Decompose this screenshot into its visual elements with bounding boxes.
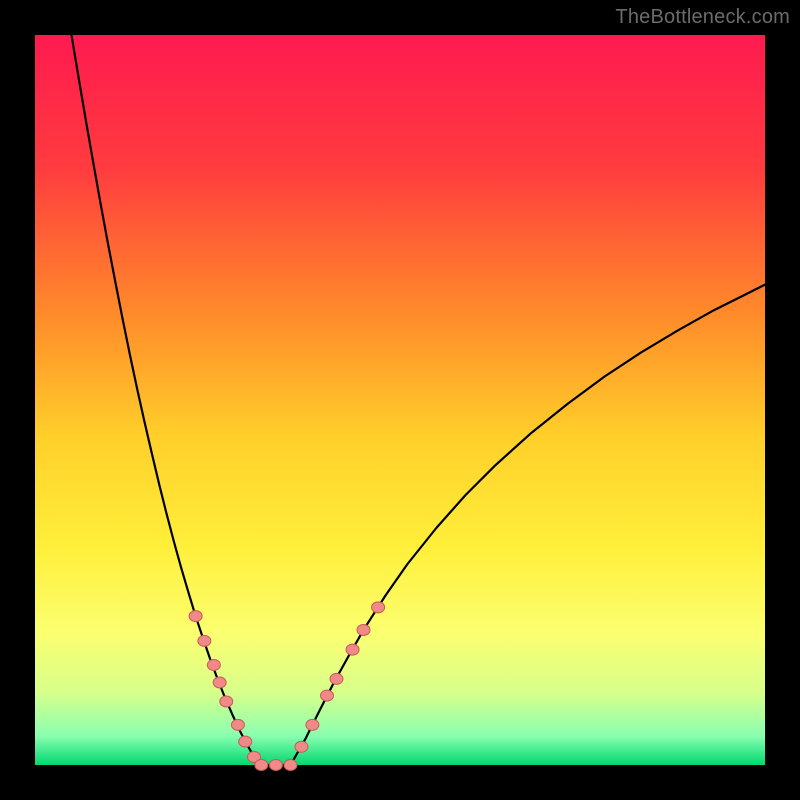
marker-point [330,673,343,684]
marker-point [231,719,244,730]
plot-area [35,35,765,765]
marker-point [321,690,334,701]
marker-point [346,644,359,655]
marker-point [207,659,220,670]
marker-point [189,611,202,622]
marker-point [372,602,385,613]
marker-point [255,760,268,771]
curve-layer [35,35,765,765]
marker-point [284,760,297,771]
series-right-branch [291,285,766,765]
marker-point [239,736,252,747]
series-left-branch [72,35,262,765]
marker-point [198,635,211,646]
watermark-text: TheBottleneck.com [615,6,790,29]
marker-point [306,719,319,730]
marker-point [269,760,282,771]
marker-point [295,741,308,752]
marker-point [220,696,233,707]
chart-frame: TheBottleneck.com [0,0,800,800]
marker-point [213,677,226,688]
marker-point [357,624,370,635]
